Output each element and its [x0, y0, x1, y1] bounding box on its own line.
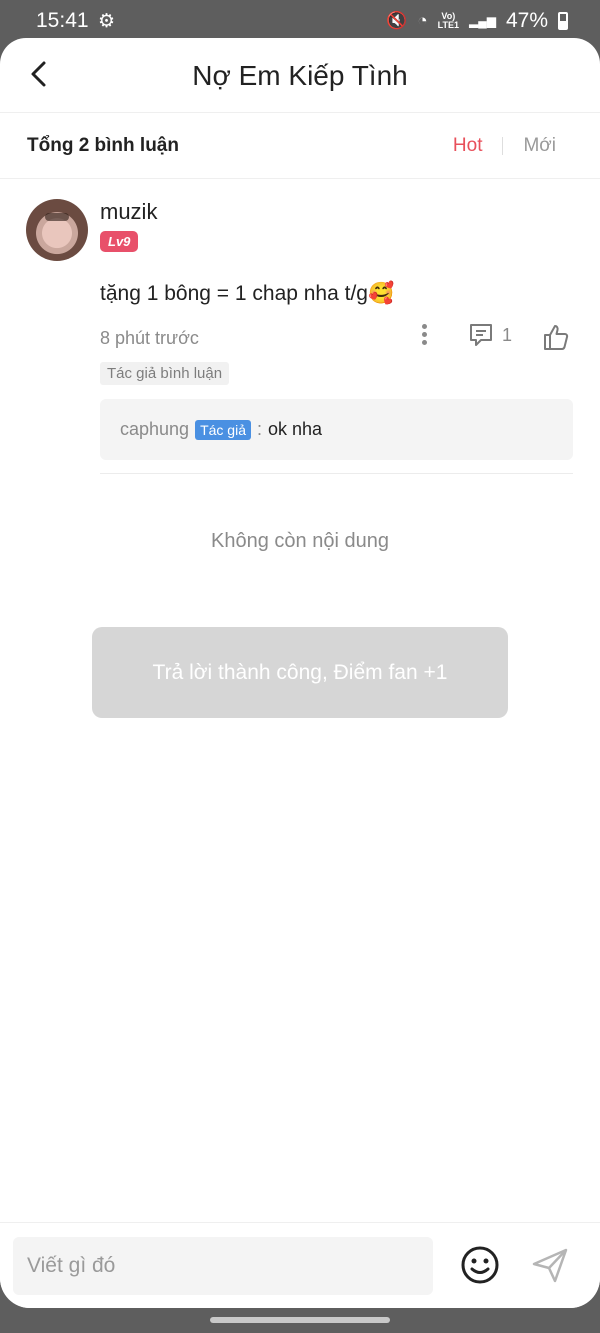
comment-summary-bar: Tổng 2 bình luận Hot Mới [0, 113, 600, 179]
status-time: 15:41 [36, 9, 89, 32]
reply-count: 1 [502, 324, 513, 345]
thumbs-up-icon[interactable] [541, 322, 571, 352]
tab-divider [502, 137, 504, 155]
battery-icon [558, 12, 568, 30]
status-indicators: 🔇 ◔ Vo) LTE1 ▂▄▆ 47% [386, 9, 568, 33]
send-icon[interactable] [530, 1245, 570, 1285]
reply-text: ok nha [268, 419, 323, 439]
emoji-icon[interactable] [460, 1245, 500, 1285]
more-options-icon[interactable] [419, 324, 429, 352]
battery-percent: 47% [505, 9, 548, 32]
reply-preview[interactable]: caphung Tác giả : ok nha [100, 399, 573, 460]
tab-new[interactable]: Mới [523, 135, 556, 157]
author-badge: Tác giả [195, 419, 251, 440]
settings-icon: ⚙ [98, 11, 116, 32]
tab-hot[interactable]: Hot [453, 135, 483, 157]
success-toast: Trả lời thành công, Điểm fan +1 [92, 627, 508, 718]
gesture-bar[interactable] [210, 1317, 390, 1323]
network-type-icon: Vo) LTE1 [437, 11, 459, 30]
header: Nợ Em Kiếp Tình [0, 38, 600, 113]
reply-username[interactable]: caphung [120, 419, 189, 440]
signal-icon: ▂▄▆ [469, 14, 496, 28]
wifi-icon: ◔ [417, 11, 428, 30]
comment-composer [0, 1222, 600, 1308]
comment-time: 8 phút trước [100, 328, 199, 348]
reply-separator: : [257, 419, 263, 439]
reply-button[interactable]: 1 [468, 322, 512, 348]
comment-input[interactable] [13, 1237, 433, 1295]
total-comments: Tổng 2 bình luận [27, 135, 179, 156]
author-comment-tag: Tác giả bình luận [100, 362, 230, 385]
mute-icon: 🔇 [386, 11, 408, 30]
comment-sheet: Nợ Em Kiếp Tình Tổng 2 bình luận Hot Mới… [0, 38, 600, 1308]
page-title: Nợ Em Kiếp Tình [192, 60, 408, 91]
end-of-list-text: Không còn nội dung [211, 530, 389, 552]
comment-text: tặng 1 bông = 1 chap nha t/g🥰 [100, 282, 395, 305]
divider [100, 473, 573, 474]
comment-username[interactable]: muzik [100, 199, 157, 225]
avatar[interactable] [26, 199, 88, 261]
sort-tabs: Hot Mới [453, 135, 556, 157]
comment-icon [470, 324, 492, 346]
status-bar: 15:41 ⚙ 🔇 ◔ Vo) LTE1 ▂▄▆ 47% [0, 0, 600, 40]
level-badge: Lv9 [100, 231, 139, 252]
